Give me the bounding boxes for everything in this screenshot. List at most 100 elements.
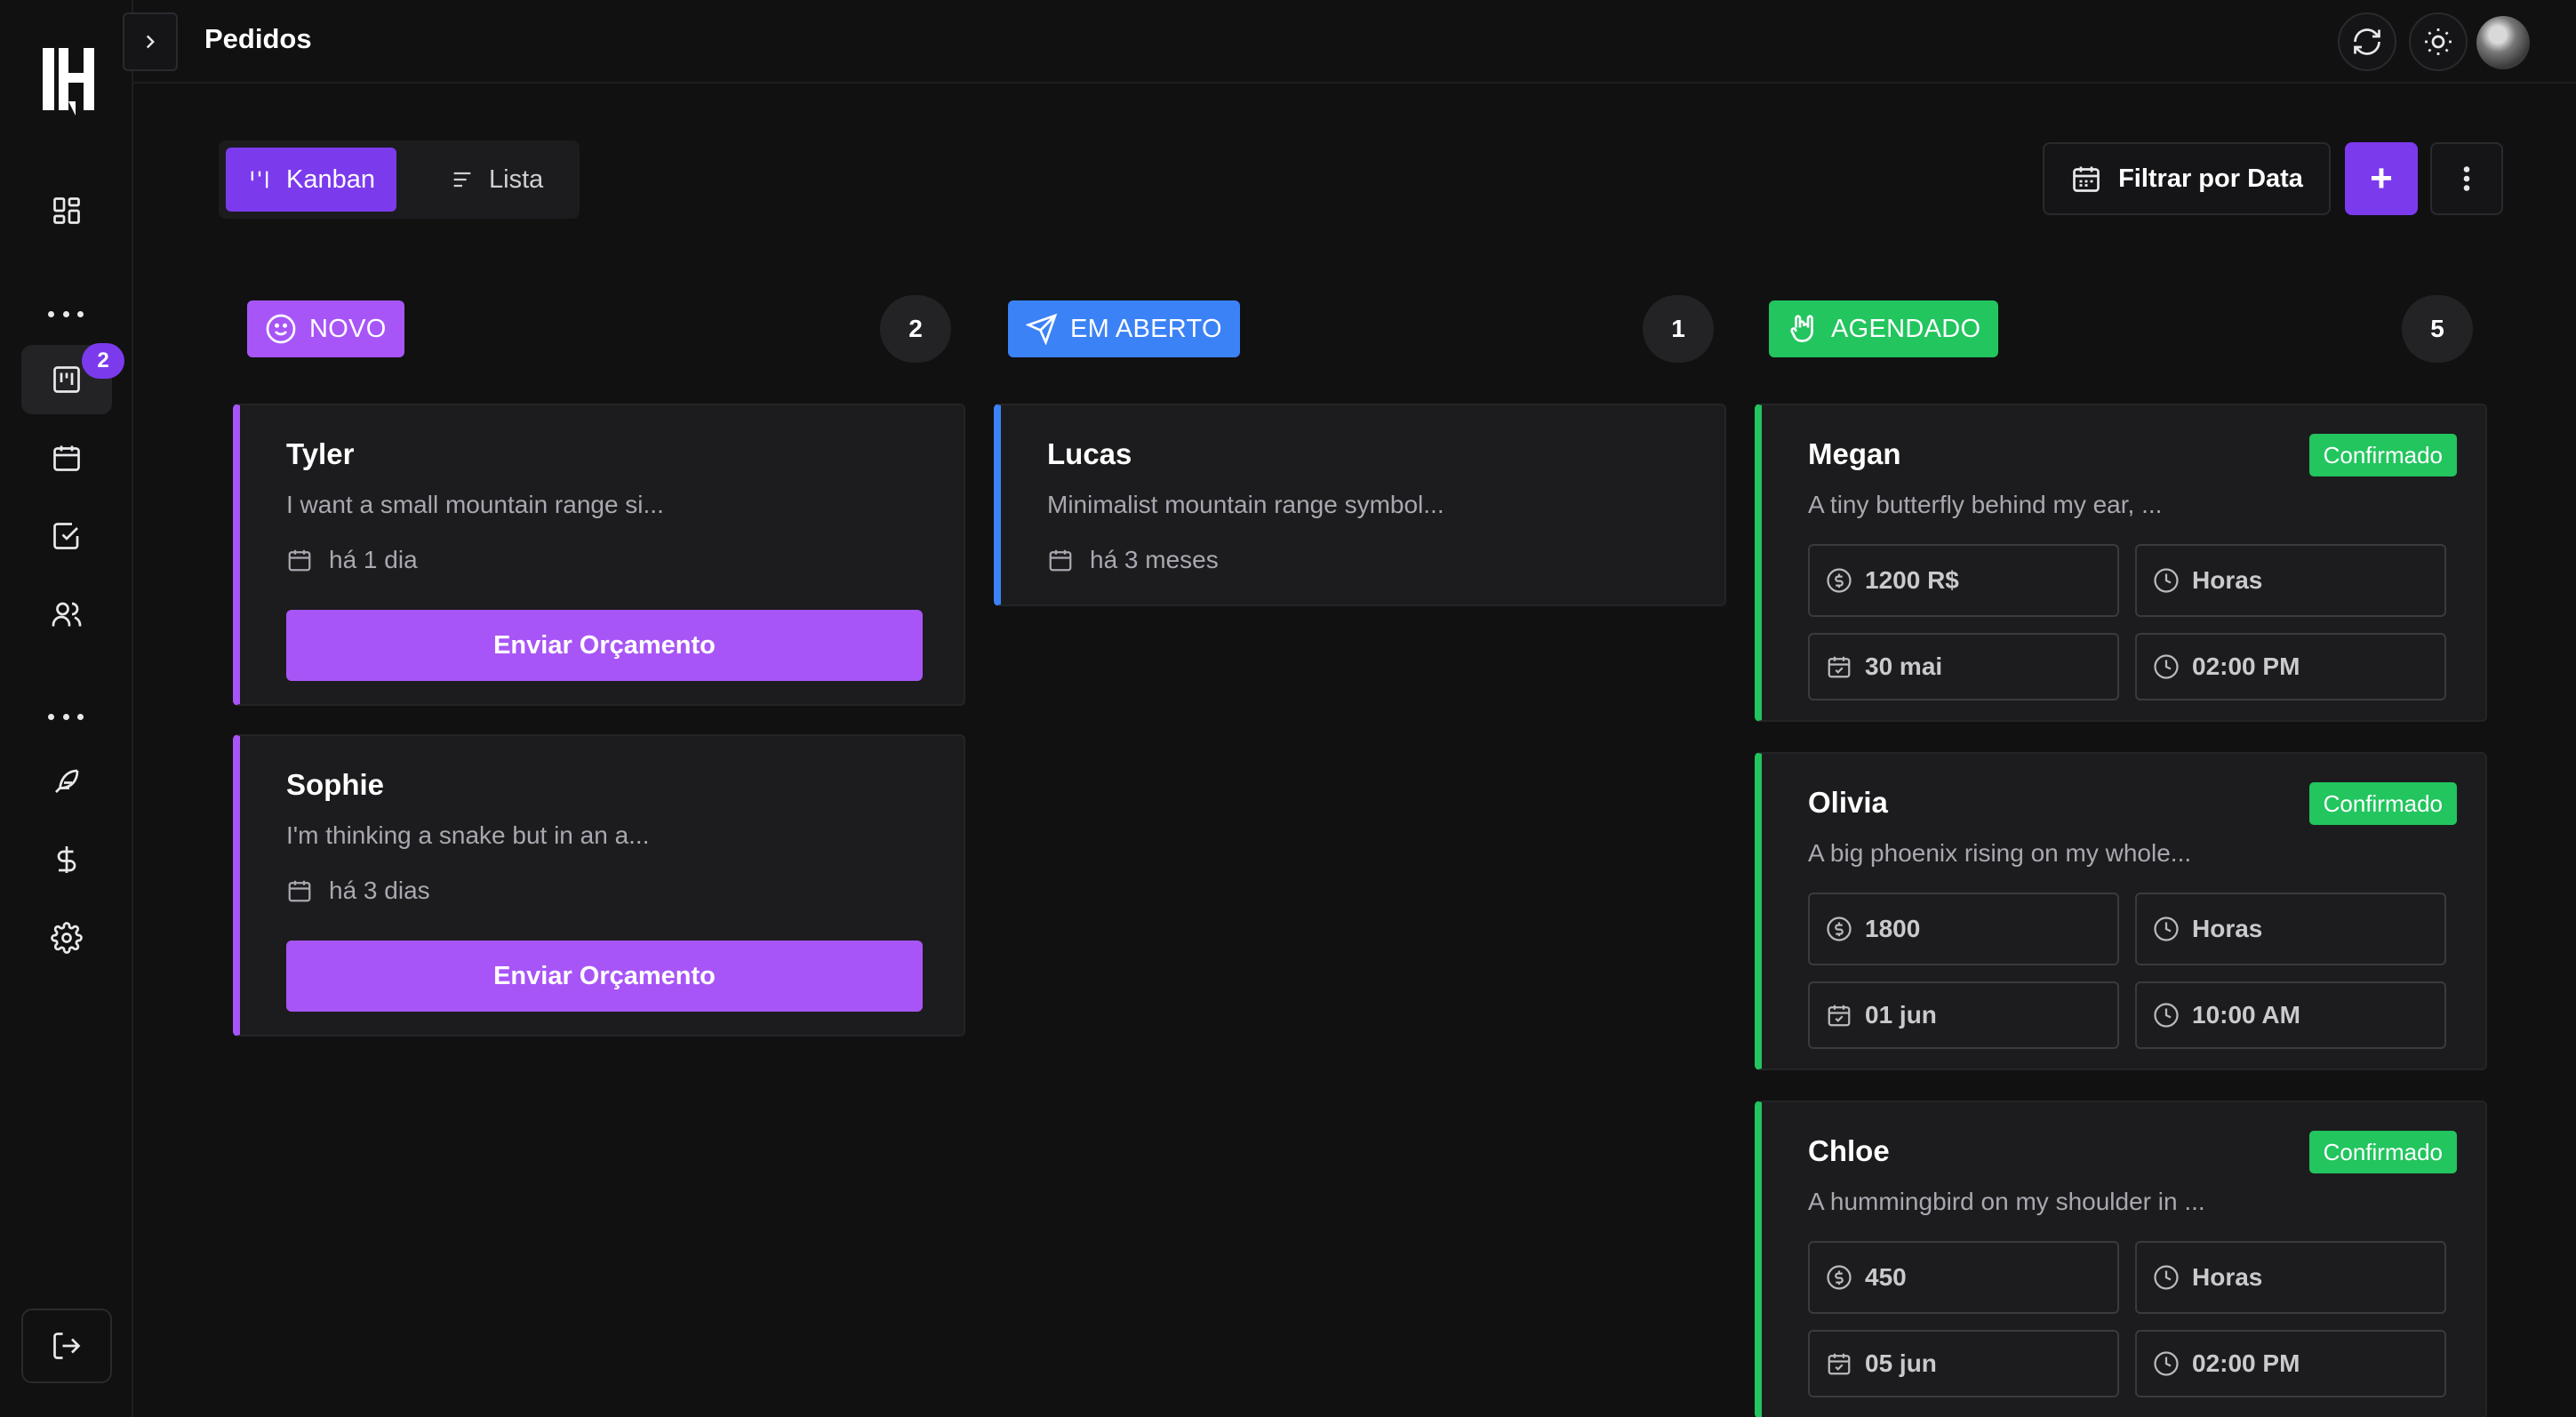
time-value: 02:00 PM [2192,1349,2300,1377]
card-date: há 1 dia [286,546,418,574]
send-icon [1026,313,1058,345]
card-description: Minimalist mountain range symbol... [1047,491,1444,518]
clock-icon [2154,654,2179,679]
sidebar-more-dots[interactable] [48,305,84,323]
duration-field[interactable]: Horas [2135,893,2446,965]
price-field[interactable]: 1200 R$ [1808,544,2119,617]
filter-label: Filtrar por Data [2118,164,2303,193]
date-value: 05 jun [1865,1349,1937,1377]
smile-icon [266,314,296,344]
price-value: 1800 [1865,915,1921,942]
gear-icon [51,922,83,954]
page-title: Pedidos [204,23,312,54]
date-field[interactable]: 30 mai [1808,633,2119,700]
duration-value: Horas [2192,566,2263,594]
sun-icon [2425,28,2452,55]
kanban-icon [53,366,80,393]
clock-icon [2154,1265,2179,1290]
card-name: Olivia [1808,786,1888,819]
dashboard-icon [53,197,80,224]
column-count-em-aberto: 1 [1643,295,1714,363]
view-switch: Kanban Lista [219,140,580,219]
sidebar-item-tasks[interactable] [21,501,112,571]
price-field[interactable]: 1800 [1808,893,2119,965]
kanban-view-label: Kanban [286,164,375,194]
list-icon [453,172,471,188]
card-description: I want a small mountain range si... [286,491,664,518]
order-card-megan[interactable]: Megan Confirmado A tiny butterfly behind… [1755,404,2487,722]
top-header: Pedidos [123,0,2576,84]
order-card-lucas[interactable]: Lucas Minimalist mountain range symbol..… [994,404,1726,606]
column-label: NOVO [309,314,387,343]
send-quote-button[interactable]: Enviar Orçamento [286,941,923,1012]
status-badge: Confirmado [2308,1131,2457,1173]
filter-by-date-button[interactable]: Filtrar por Data [2043,142,2331,215]
users-icon [52,602,82,627]
card-description: I'm thinking a snake but in an a... [286,821,650,849]
card-name: Sophie [286,768,385,801]
time-field[interactable]: 10:00 AM [2135,981,2446,1049]
sidebar-item-clients[interactable] [21,580,112,649]
calendar-icon [288,549,311,572]
calendar-check-icon [1828,656,1851,678]
column-tag-em-aberto: EM ABERTO [1008,300,1240,357]
card-name: Tyler [286,437,355,470]
add-order-button[interactable]: + [2345,142,2418,215]
dollar-circle-icon [1827,568,1852,593]
date-value: 01 jun [1865,1001,1937,1029]
dollar-circle-icon [1827,1265,1852,1290]
kebab-icon [2463,166,2470,191]
card-name: Megan [1808,437,1901,470]
logout-button[interactable] [21,1309,112,1383]
refresh-button[interactable] [2338,12,2396,71]
price-value: 1200 R$ [1865,566,1959,594]
date-field[interactable]: 05 jun [1808,1330,2119,1397]
sidebar-item-flash[interactable] [21,747,112,816]
dollar-icon [57,846,76,873]
sidebar-toggle-button[interactable] [123,12,178,71]
card-name: Chloe [1808,1134,1890,1167]
list-view-button[interactable]: Lista [428,148,564,212]
price-value: 450 [1865,1263,1907,1291]
sidebar-item-dashboard[interactable] [21,176,112,245]
card-date-label: há 1 dia [329,546,418,573]
sidebar-more-dots-2[interactable] [48,708,84,725]
order-card-olivia[interactable]: Olivia Confirmado A big phoenix rising o… [1755,752,2487,1070]
sidebar: 2 [0,0,133,1417]
duration-field[interactable]: Horas [2135,544,2446,617]
order-card-chloe[interactable]: Chloe Confirmado A hummingbird on my sho… [1755,1101,2487,1417]
sidebar-item-finance[interactable] [21,825,112,894]
card-description: A tiny butterfly behind my ear, ... [1808,491,2163,518]
sidebar-item-settings[interactable] [21,903,112,973]
order-card-tyler[interactable]: Tyler I want a small mountain range si..… [233,404,965,706]
order-card-sophie[interactable]: Sophie I'm thinking a snake but in an a.… [233,734,965,1037]
calendar-check-icon [1828,1353,1851,1375]
card-date: há 3 dias [286,877,430,905]
date-field[interactable]: 01 jun [1808,981,2119,1049]
time-value: 10:00 AM [2192,1001,2300,1029]
clock-icon [2154,1351,2179,1376]
time-field[interactable]: 02:00 PM [2135,1330,2446,1397]
time-field[interactable]: 02:00 PM [2135,633,2446,700]
kanban-view-button[interactable]: Kanban [226,148,396,212]
checkbox-icon [53,523,79,549]
more-options-button[interactable] [2430,142,2503,215]
kanban-count-badge: 2 [82,343,124,379]
calendar-icon [53,445,80,471]
kanban-icon [251,171,268,188]
dollar-circle-icon [1827,917,1852,941]
refresh-icon [2354,28,2380,55]
user-avatar[interactable] [2476,16,2530,69]
send-quote-button[interactable]: Enviar Orçamento [286,610,923,681]
column-count-agendado: 5 [2402,295,2473,363]
duration-field[interactable]: Horas [2135,1241,2446,1314]
price-field[interactable]: 450 [1808,1241,2119,1314]
column-tag-novo: NOVO [247,300,404,357]
column-count-novo: 2 [880,295,951,363]
date-value: 30 mai [1865,652,1943,680]
sidebar-item-calendar[interactable] [21,423,112,492]
column-label: EM ABERTO [1070,314,1222,343]
theme-toggle-button[interactable] [2409,12,2468,71]
app-logo[interactable] [43,46,101,117]
clock-icon [2154,1003,2179,1028]
